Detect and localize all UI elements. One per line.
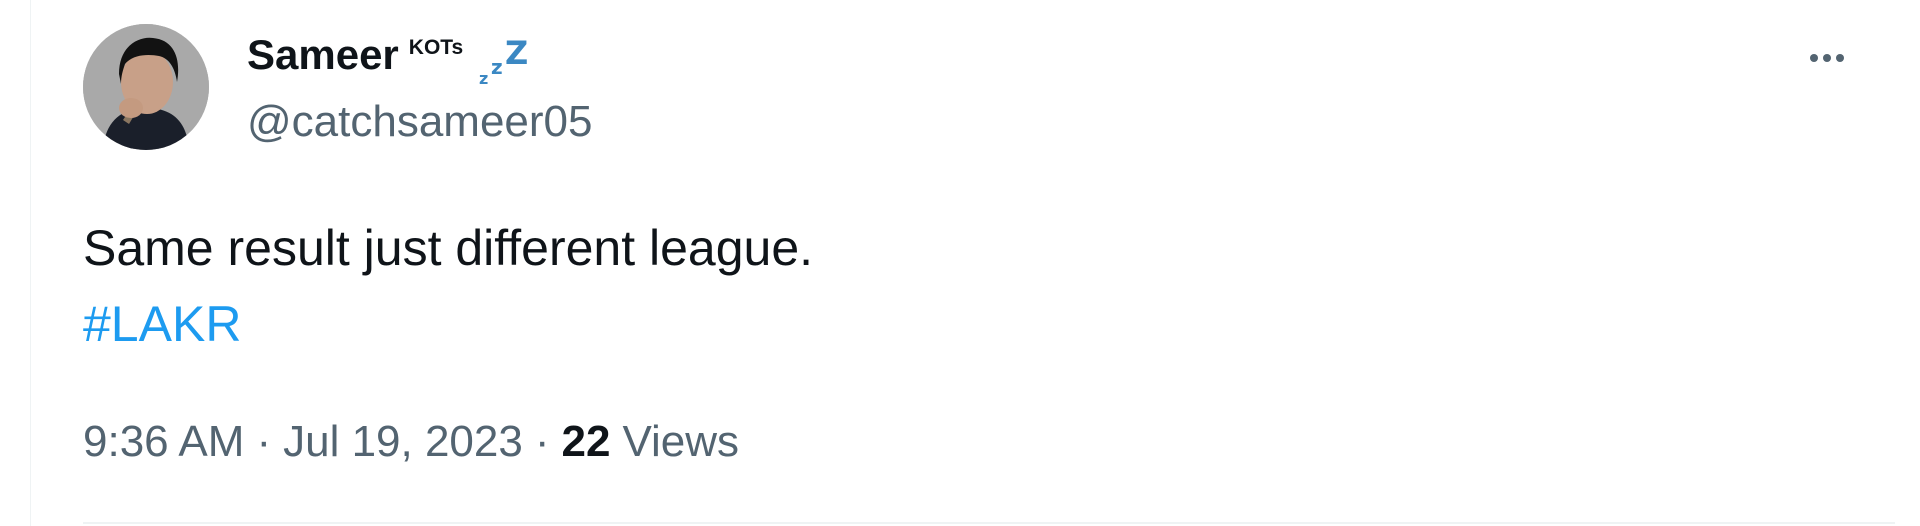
author-display-name[interactable]: Sameer: [247, 30, 399, 80]
meta-separator: ·: [534, 417, 550, 466]
divider: [83, 522, 1895, 524]
tweet-date[interactable]: Jul 19, 2023: [283, 416, 523, 468]
more-options-button[interactable]: [1797, 40, 1857, 76]
svg-text:z: z: [491, 55, 503, 79]
views-label[interactable]: Views: [622, 416, 739, 468]
tweet-meta-row: 9:36 AM · Jul 19, 2023 · 22 Views: [83, 416, 739, 468]
views-count[interactable]: 22: [562, 416, 611, 468]
tweet-card: Sameer KOTs z z Z @catchsameer05 Same re…: [30, 0, 1920, 526]
tweet-text: Same result just different league.: [83, 220, 814, 276]
svg-text:Z: Z: [505, 34, 528, 72]
hashtag-link[interactable]: #LAKR: [83, 294, 241, 354]
author-name-suffix: KOTs: [408, 36, 464, 59]
more-options-icon: [1810, 54, 1818, 62]
tweet-time[interactable]: 9:36 AM: [83, 416, 244, 468]
meta-separator: ·: [256, 417, 272, 466]
profile-photo-icon: [83, 24, 209, 150]
zzz-sleeping-icon: z z Z: [479, 34, 528, 88]
author-avatar[interactable]: [83, 24, 209, 150]
author-name-row[interactable]: Sameer KOTs z z Z: [247, 30, 537, 88]
more-options-icon-dot: [1836, 54, 1844, 62]
author-handle[interactable]: @catchsameer05: [247, 96, 593, 148]
more-options-icon-dot: [1823, 54, 1831, 62]
svg-text:z: z: [479, 69, 488, 88]
